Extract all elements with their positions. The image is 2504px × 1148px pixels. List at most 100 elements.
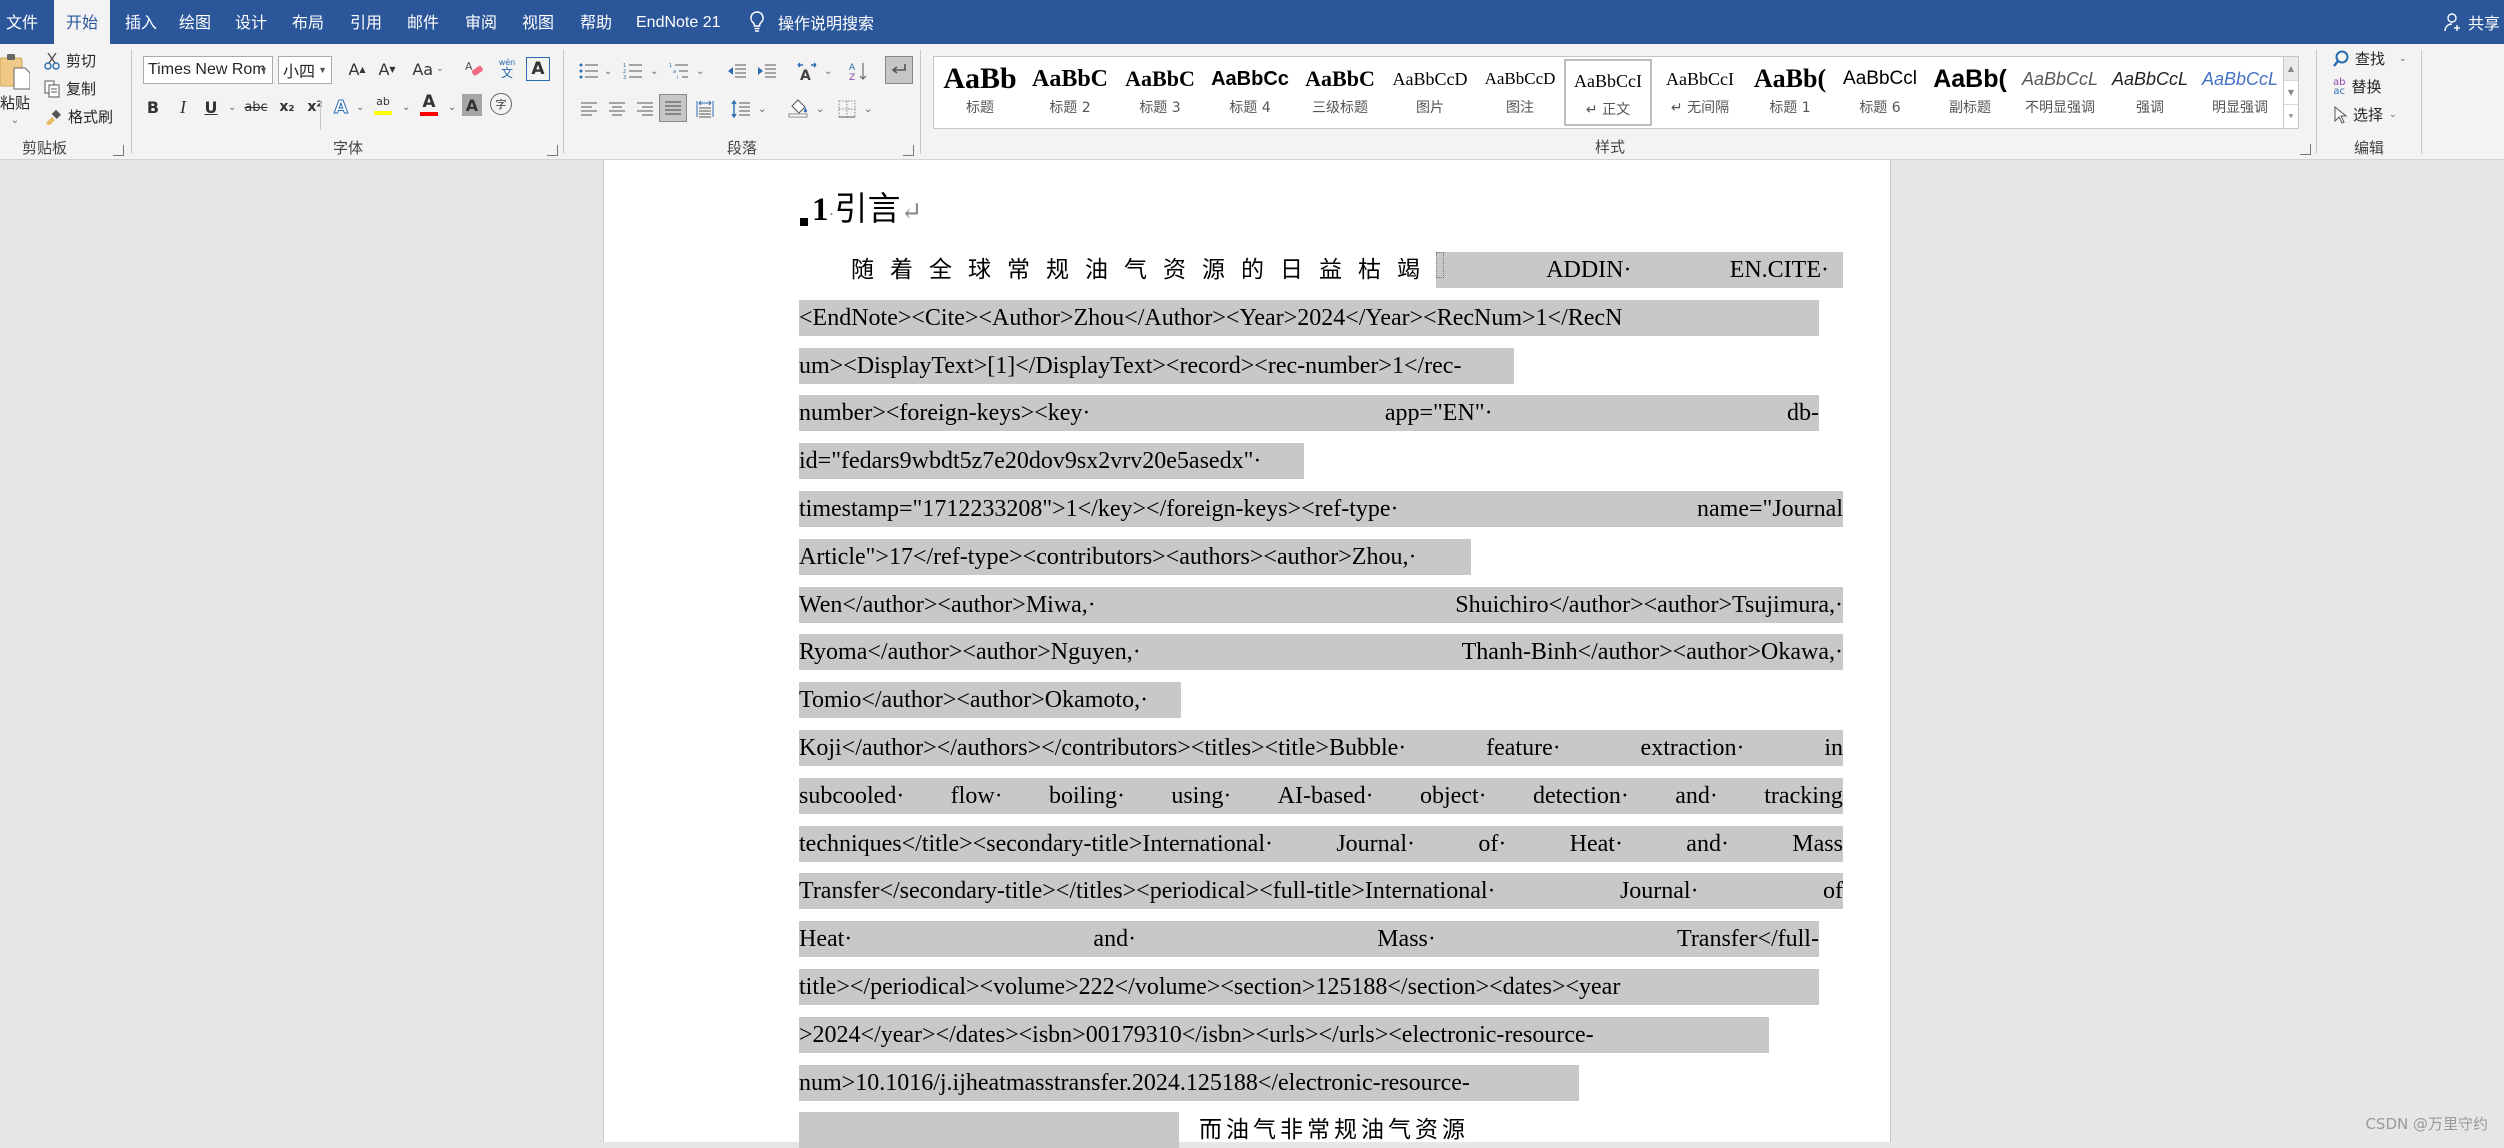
endnote-field-line[interactable]: number><foreign-keys><key· app="EN"· db-	[799, 395, 1819, 432]
endnote-field-line[interactable]: um><DisplayText>[1]</DisplayText><record…	[799, 347, 1514, 384]
show-hide-marks-button[interactable]	[885, 56, 913, 84]
distributed-button[interactable]	[692, 96, 718, 122]
chinese-layout-button[interactable]: A	[794, 58, 820, 84]
style-normal[interactable]: AaBbCcI ↵ 正文	[1564, 59, 1652, 126]
shrink-font-button[interactable]: A ▼	[374, 56, 400, 82]
style-heading-4[interactable]: AaBbCc 标题 4	[1206, 59, 1294, 126]
underline-dropdown[interactable]: ⌄	[228, 102, 236, 113]
subscript-button[interactable]: x₂	[274, 94, 300, 120]
tab-help[interactable]: 帮助	[574, 0, 618, 44]
endnote-field-code[interactable]: ADDIN· EN.CITE·	[1436, 252, 1843, 288]
endnote-field-line[interactable]: subcooled· flow· boiling· using· AI-based· ob…	[799, 777, 1843, 814]
multilevel-list-button[interactable]: 1ai	[666, 58, 692, 84]
endnote-field-line[interactable]: Ryoma</author><author>Nguyen,· Thanh-Binh…	[799, 634, 1843, 671]
font-name-select[interactable]: Times New Rom ▼	[143, 56, 273, 84]
numbering-button[interactable]: 123	[620, 58, 646, 84]
endnote-field-line[interactable]: techniques</title><secondary-title>Inter…	[799, 825, 1843, 862]
endnote-field-line[interactable]: Transfer</secondary-title></titles><peri…	[799, 873, 1843, 910]
tab-design[interactable]: 设计	[229, 0, 273, 44]
document-page[interactable]: 1 · 引言 ↵ 随着全球常规油气资源的日益枯竭 ADDIN· EN.CITE· <E…	[603, 160, 1891, 1148]
enclose-characters-button[interactable]: 字	[490, 93, 512, 115]
chinese-layout-dropdown[interactable]: ⌄	[824, 66, 832, 77]
tab-insert[interactable]: 插入	[119, 0, 163, 44]
grow-font-button[interactable]: A ▲	[344, 56, 370, 82]
styles-dialog-launcher[interactable]	[2300, 144, 2311, 155]
style-subtitle[interactable]: AaBb( 副标题	[1926, 59, 2014, 126]
font-color-dropdown[interactable]: ⌄	[448, 102, 456, 113]
tab-endnote[interactable]: EndNote 21	[630, 0, 727, 44]
share-button[interactable]: 共享	[2444, 0, 2504, 44]
style-heading-1[interactable]: AaBb( 标题 1	[1746, 59, 1834, 126]
gallery-scroll-up[interactable]: ▲	[2284, 57, 2298, 81]
clear-formatting-button[interactable]: A	[462, 56, 488, 82]
align-center-button[interactable]	[604, 96, 630, 122]
character-border-button[interactable]: A	[526, 57, 550, 81]
endnote-field-line[interactable]: >2024</year></dates><isbn>00179310</isbn…	[799, 1016, 1769, 1053]
sort-button[interactable]: AZ	[846, 58, 872, 84]
endnote-field-end[interactable]	[799, 1112, 1179, 1148]
document-canvas[interactable]: 1 · 引言 ↵ 随着全球常规油气资源的日益枯竭 ADDIN· EN.CITE· <E…	[0, 160, 2504, 1148]
replace-button[interactable]: ab ac 替换	[2333, 76, 2382, 97]
font-dialog-launcher[interactable]	[547, 145, 558, 156]
phonetic-guide-button[interactable]: wén 文	[494, 56, 520, 82]
gallery-scroll-down[interactable]: ▼	[2284, 81, 2298, 105]
character-shading-button[interactable]: A	[462, 94, 482, 116]
align-left-button[interactable]	[576, 96, 602, 122]
tab-review[interactable]: 审阅	[459, 0, 503, 44]
line-spacing-dropdown[interactable]: ⌄	[758, 104, 766, 115]
highlight-dropdown[interactable]: ⌄	[402, 102, 410, 113]
styles-gallery-scrollbar[interactable]: ▲ ▼ ⯆	[2283, 56, 2299, 129]
bullets-dropdown[interactable]: ⌄	[604, 66, 612, 77]
borders-button[interactable]	[834, 96, 860, 122]
style-level3-heading[interactable]: AaBbC 三级标题	[1296, 59, 1384, 126]
select-dropdown-arrow[interactable]: ⌄	[2389, 110, 2397, 120]
endnote-field-line[interactable]: Wen</author><author>Miwa,· Shuichiro</aut…	[799, 586, 1843, 623]
style-no-spacing[interactable]: AaBbCcI ↵ 无间隔	[1656, 59, 1744, 126]
style-heading-3[interactable]: AaBbC 标题 3	[1116, 59, 1204, 126]
justify-button[interactable]	[659, 94, 687, 122]
strikethrough-button[interactable]: abc	[240, 94, 272, 120]
gallery-more-button[interactable]: ⯆	[2284, 105, 2298, 129]
tell-me-search[interactable]: 操作说明搜索	[748, 0, 874, 44]
endnote-field-line[interactable]: Tomio</author><author>Okamoto,·	[799, 682, 1181, 719]
tab-references[interactable]: 引用	[344, 0, 388, 44]
decrease-indent-button[interactable]	[724, 58, 750, 84]
style-title[interactable]: AaBb 标题	[936, 59, 1024, 126]
font-color-button[interactable]: A	[416, 92, 442, 118]
line-spacing-button[interactable]	[728, 96, 754, 122]
paste-button[interactable]: 粘贴 ⌄	[0, 52, 34, 126]
endnote-field-line[interactable]: <EndNote><Cite><Author>Zhou</Author><Yea…	[799, 299, 1819, 336]
align-right-button[interactable]	[632, 96, 658, 122]
change-case-button[interactable]: Aa ⌄	[408, 56, 448, 82]
borders-dropdown[interactable]: ⌄	[864, 104, 872, 115]
superscript-button[interactable]: x²	[302, 94, 328, 120]
cut-button[interactable]: 剪切	[44, 50, 96, 71]
highlight-button[interactable]: ab	[370, 92, 396, 118]
endnote-field-line[interactable]: timestamp="1712233208">1</key></foreign-…	[799, 491, 1843, 527]
increase-indent-button[interactable]	[754, 58, 780, 84]
heading-1[interactable]: 1 · 引言 ↵	[800, 182, 922, 230]
font-size-select[interactable]: 小四 ▼	[278, 56, 332, 84]
italic-button[interactable]: I	[170, 94, 196, 120]
text-effects-button[interactable]: A	[328, 94, 354, 120]
style-subtle-emphasis[interactable]: AaBbCcL 不明显强调	[2016, 59, 2104, 126]
endnote-field-line[interactable]: num>10.1016/j.ijheatmasstransfer.2024.12…	[799, 1064, 1579, 1101]
copy-button[interactable]: 复制	[44, 78, 96, 99]
style-heading-2[interactable]: AaBbC 标题 2	[1026, 59, 1114, 126]
style-heading-6[interactable]: AaBbCcl 标题 6	[1836, 59, 1924, 126]
endnote-field-line[interactable]: Koji</author></authors></contributors><t…	[799, 730, 1843, 766]
paragraph-dialog-launcher[interactable]	[903, 145, 914, 156]
text-effects-dropdown[interactable]: ⌄	[356, 102, 364, 113]
tab-file[interactable]: 文件	[0, 0, 44, 44]
endnote-field-line[interactable]: Article">17</ref-type><contributors><aut…	[799, 538, 1471, 575]
tab-mailings[interactable]: 邮件	[401, 0, 445, 44]
bold-button[interactable]: B	[140, 94, 166, 120]
style-intense-emphasis[interactable]: AaBbCcL 明显强调	[2196, 59, 2284, 126]
numbering-dropdown[interactable]: ⌄	[650, 66, 658, 77]
tab-home[interactable]: 开始	[54, 0, 111, 44]
paste-dropdown-arrow[interactable]: ⌄	[11, 115, 19, 126]
find-dropdown-arrow[interactable]: ⌄	[2399, 54, 2407, 64]
endnote-field-line[interactable]: Heat· and· Mass· Transfer</full-	[799, 921, 1819, 958]
underline-button[interactable]: U	[198, 94, 224, 120]
style-picture[interactable]: AaBbCcD 图片	[1386, 59, 1474, 126]
